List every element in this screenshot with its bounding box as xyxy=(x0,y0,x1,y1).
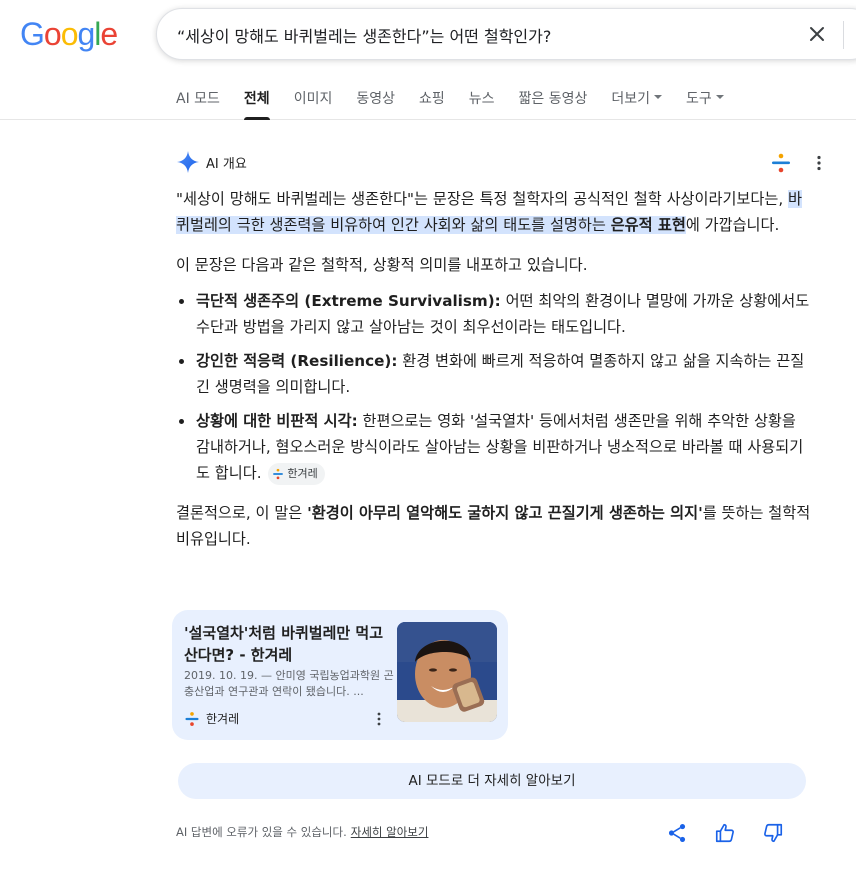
ai-overview-bullets: 극단적 생존주의 (Extreme Survivalism): 어떤 최악의 환… xyxy=(176,288,812,486)
logo-letter: G xyxy=(20,16,45,52)
footer-note: AI 답변에 오류가 있을 수 있습니다. 자세히 알아보기 xyxy=(176,825,429,839)
logo-letter: g xyxy=(77,16,95,52)
list-item: 강인한 적응력 (Resilience): 환경 변화에 빠르게 적응하여 멸종… xyxy=(176,348,812,400)
tab-item[interactable]: 전체 xyxy=(243,88,270,120)
ai-overview-header: AI 개요 xyxy=(176,150,247,174)
caret-down-icon xyxy=(715,95,724,99)
tab-item[interactable]: 이미지 xyxy=(294,88,333,120)
logo-letter: e xyxy=(100,16,118,52)
ai-sparkle-icon xyxy=(177,151,199,173)
search-box[interactable]: “세상이 망해도 바퀴벌레는 생존한다”는 어떤 철학인가? xyxy=(156,8,856,60)
close-icon[interactable] xyxy=(805,22,829,46)
tab-item[interactable]: AI 모드 xyxy=(176,88,220,120)
thumbs-down-icon[interactable] xyxy=(762,822,784,844)
search-divider xyxy=(843,21,844,49)
caret-down-icon xyxy=(654,95,662,99)
tab-item[interactable]: 뉴스 xyxy=(469,88,495,120)
tab-item[interactable]: 쇼핑 xyxy=(419,88,445,120)
citation-chip[interactable]: 한겨레 xyxy=(268,462,325,485)
hani-logo-icon xyxy=(273,468,284,479)
card-source: 한겨레 xyxy=(184,710,239,727)
tab-item[interactable]: 동영상 xyxy=(356,88,395,120)
tab-item[interactable]: 짧은 동영상 xyxy=(519,88,588,120)
thumbs-up-icon[interactable] xyxy=(714,822,736,844)
ai-overview-content: "세상이 망해도 바퀴벌레는 생존한다"는 문장은 특정 철학자의 공식적인 철… xyxy=(176,186,812,552)
header: Google “세상이 망해도 바퀴벌레는 생존한다”는 어떤 철학인가? AI… xyxy=(0,0,856,120)
logo-letter: o xyxy=(60,16,79,52)
ai-overview-subintro: 이 문장은 다음과 같은 철학적, 상황적 의미를 내포하고 있습니다. xyxy=(176,256,588,274)
list-item: 상황에 대한 비판적 시각: 한편으로는 영화 '설국열차' 등에서처럼 생존만… xyxy=(176,408,812,486)
article-thumbnail[interactable] xyxy=(397,622,497,722)
search-tabs: AI 모드 전체 이미지 동영상 쇼핑 뉴스 짧은 동영상 더보기 도구 xyxy=(176,88,748,120)
card-more-icon[interactable] xyxy=(372,711,386,727)
google-logo[interactable]: Google xyxy=(20,14,118,54)
ai-overview-intro: "세상이 망해도 바퀴벌레는 생존한다"는 문장은 특정 철학자의 공식적인 철… xyxy=(176,190,802,234)
logo-letter: o xyxy=(43,16,62,52)
tab-item[interactable]: 도구 xyxy=(686,88,724,120)
learn-more-link[interactable]: 자세히 알아보기 xyxy=(351,825,429,839)
share-icon[interactable] xyxy=(666,822,688,844)
card-title[interactable]: '설국열차'처럼 바퀴벌레만 먹고 산다면? - 한겨레 xyxy=(184,622,392,666)
more-options-icon[interactable] xyxy=(810,154,828,172)
ai-mode-button[interactable]: AI 모드로 더 자세히 알아보기 xyxy=(178,763,806,799)
list-item: 극단적 생존주의 (Extreme Survivalism): 어떤 최악의 환… xyxy=(176,288,812,340)
source-card[interactable]: '설국열차'처럼 바퀴벌레만 먹고 산다면? - 한겨레 2019. 10. 1… xyxy=(172,610,508,740)
tab-item[interactable]: 더보기 xyxy=(611,88,662,120)
hani-logo-icon xyxy=(185,711,199,726)
hani-logo-icon[interactable] xyxy=(770,152,792,174)
ai-overview-conclusion: 결론적으로, 이 말은 '환경이 아무리 열악해도 굴하지 않고 끈질기게 생존… xyxy=(176,504,811,548)
search-input[interactable]: “세상이 망해도 바퀴벌레는 생존한다”는 어떤 철학인가? xyxy=(177,23,551,47)
ai-overview-title: AI 개요 xyxy=(206,156,247,172)
card-snippet: 2019. 10. 19. — 안미영 국립농업과학원 곤충산업과 연구관과 연… xyxy=(184,669,394,698)
